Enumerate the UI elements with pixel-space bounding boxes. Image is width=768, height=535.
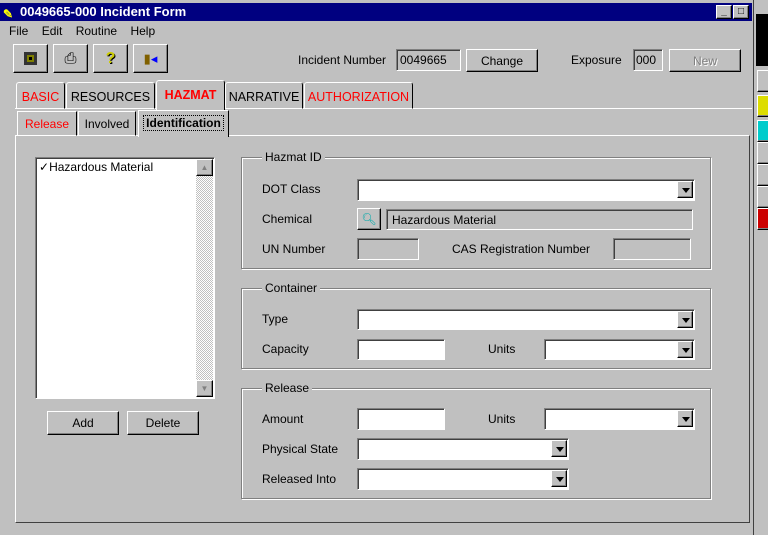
tab-narrative[interactable]: NARRATIVE bbox=[225, 82, 303, 109]
maximize-button[interactable]: □ bbox=[733, 5, 749, 19]
un-number-label: UN Number bbox=[262, 242, 326, 256]
app-icon: ✎ bbox=[3, 7, 14, 21]
notes-icon[interactable] bbox=[757, 70, 768, 92]
save-button[interactable] bbox=[13, 44, 48, 73]
list-scrollbar[interactable]: ▲ ▼ bbox=[196, 159, 213, 397]
tv-icon[interactable] bbox=[757, 208, 768, 230]
capacity-input[interactable] bbox=[357, 339, 445, 360]
dot-class-select[interactable] bbox=[357, 179, 695, 201]
chemical-label: Chemical bbox=[262, 212, 313, 226]
chevron-down-icon[interactable] bbox=[551, 440, 567, 457]
new-button[interactable]: New bbox=[669, 49, 741, 72]
side-toolbar-header bbox=[756, 14, 768, 66]
chevron-down-icon[interactable] bbox=[551, 470, 567, 487]
subtab-identification[interactable]: Identification bbox=[138, 110, 229, 137]
print-button[interactable]: ⎙ bbox=[53, 44, 88, 73]
container-units-select[interactable] bbox=[544, 339, 695, 360]
chevron-down-icon[interactable] bbox=[677, 311, 693, 328]
side-toolbar bbox=[753, 0, 768, 535]
edit-icon[interactable] bbox=[757, 95, 768, 117]
subtab-identification-label: Identification bbox=[143, 115, 224, 131]
subtab-release[interactable]: Release bbox=[17, 111, 77, 136]
menu-routine[interactable]: Routine bbox=[76, 24, 117, 38]
new-label: New bbox=[692, 53, 717, 68]
chemical-field[interactable]: Hazardous Material bbox=[386, 209, 693, 230]
print-icon: ⎙ bbox=[64, 50, 77, 67]
change-label: Change bbox=[480, 53, 524, 68]
group-legend: Hazmat ID bbox=[262, 150, 325, 164]
physical-state-label: Physical State bbox=[262, 442, 339, 456]
pencil-icon[interactable] bbox=[757, 186, 768, 208]
dot-class-label: DOT Class bbox=[262, 182, 321, 196]
container-units-label: Units bbox=[488, 342, 516, 356]
help-button[interactable]: ? bbox=[93, 44, 128, 73]
word-icon[interactable] bbox=[757, 120, 768, 142]
tab-resources[interactable]: RESOURCES bbox=[66, 82, 155, 109]
released-into-select[interactable] bbox=[357, 468, 569, 490]
scroll-down-icon[interactable]: ▼ bbox=[196, 380, 213, 397]
incident-number-label: Incident Number bbox=[298, 53, 387, 67]
menu-bar: File Edit Routine Help bbox=[9, 24, 165, 38]
help-icon: ? bbox=[105, 49, 116, 67]
menu-edit[interactable]: Edit bbox=[42, 24, 63, 38]
type-select[interactable] bbox=[357, 309, 695, 330]
menu-help[interactable]: Help bbox=[130, 24, 155, 38]
scroll-up-icon[interactable]: ▲ bbox=[196, 159, 213, 176]
release-units-select[interactable] bbox=[544, 408, 695, 430]
release-units-label: Units bbox=[488, 412, 516, 426]
chemical-search-button[interactable]: 🔍︎ bbox=[357, 208, 381, 230]
amount-label: Amount bbox=[262, 412, 304, 426]
delete-button[interactable]: Delete bbox=[127, 411, 199, 435]
save-icon bbox=[24, 52, 37, 65]
chevron-down-icon[interactable] bbox=[677, 181, 693, 198]
title-bar: ✎ 0049665-000 Incident Form _ □ bbox=[0, 3, 752, 21]
list-item[interactable]: ✓Hazardous Material bbox=[36, 158, 214, 176]
exposure-field[interactable]: 000 bbox=[633, 49, 663, 71]
cas-number-field[interactable] bbox=[613, 238, 691, 260]
type-label: Type bbox=[262, 312, 289, 326]
tab-hazmat[interactable]: HAZMAT bbox=[156, 80, 225, 110]
change-button[interactable]: Change bbox=[466, 49, 538, 72]
physical-state-select[interactable] bbox=[357, 438, 569, 460]
chevron-down-icon[interactable] bbox=[677, 410, 693, 427]
amount-input[interactable] bbox=[357, 408, 445, 430]
subtab-involved[interactable]: Involved bbox=[78, 111, 136, 136]
tool-icon[interactable] bbox=[757, 142, 768, 164]
material-list[interactable]: ✓Hazardous Material ▲ ▼ bbox=[35, 157, 215, 399]
chevron-down-icon[interactable] bbox=[677, 341, 693, 358]
list-item-label: Hazardous Material bbox=[49, 160, 154, 174]
minimize-button[interactable]: _ bbox=[716, 5, 732, 19]
exit-button[interactable]: ▮◂ bbox=[133, 44, 168, 73]
group-legend: Container bbox=[262, 281, 321, 295]
delete-label: Delete bbox=[145, 416, 181, 430]
released-into-label: Released Into bbox=[262, 472, 337, 486]
add-button[interactable]: Add bbox=[47, 411, 119, 435]
menu-file[interactable]: File bbox=[9, 24, 28, 38]
incident-number-field[interactable]: 0049665 bbox=[396, 49, 461, 71]
exposure-label: Exposure bbox=[571, 53, 622, 67]
capacity-label: Capacity bbox=[262, 342, 309, 356]
tab-authorization[interactable]: AUTHORIZATION bbox=[304, 82, 413, 109]
cas-number-label: CAS Registration Number bbox=[452, 242, 591, 256]
tab-basic[interactable]: BASIC bbox=[16, 82, 65, 109]
exit-icon: ▮◂ bbox=[143, 50, 158, 66]
monitor-icon[interactable] bbox=[757, 164, 768, 186]
group-legend: Release bbox=[262, 381, 313, 395]
window-title: 0049665-000 Incident Form bbox=[20, 4, 187, 19]
search-icon: 🔍︎ bbox=[361, 212, 377, 226]
un-number-field[interactable] bbox=[357, 238, 419, 260]
check-icon: ✓ bbox=[39, 160, 50, 174]
add-label: Add bbox=[72, 416, 94, 430]
